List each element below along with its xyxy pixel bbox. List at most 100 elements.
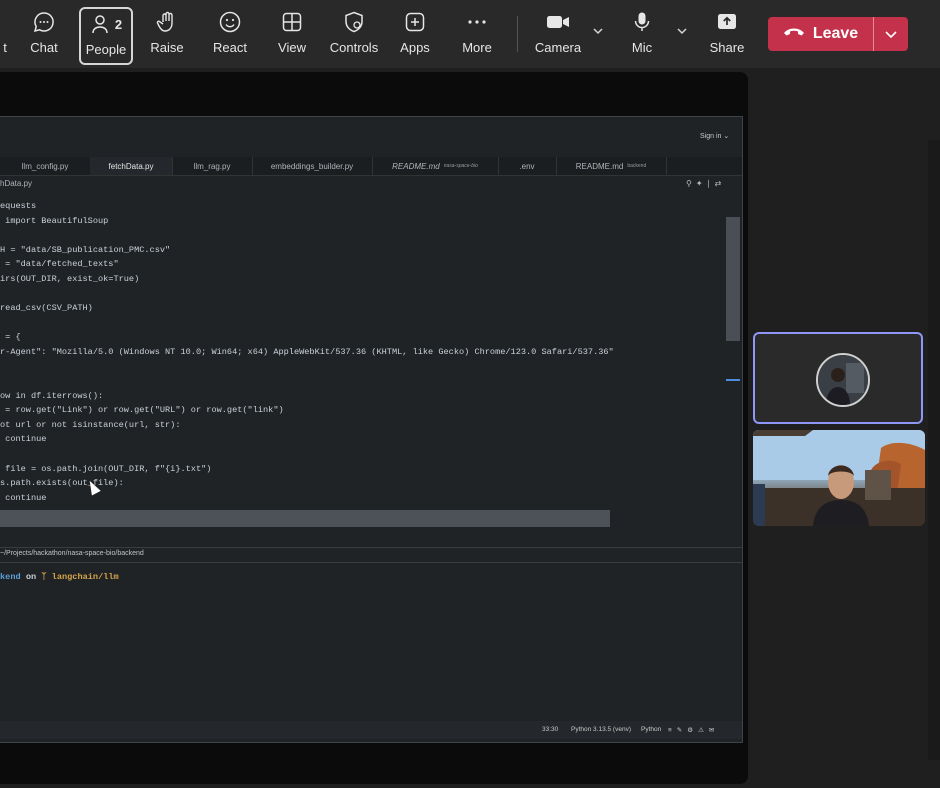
code-line: irs(OUT_DIR, exist_ok=True) [0, 274, 140, 284]
editor-tool-icons[interactable]: ⚲✦∣⇄ [686, 179, 725, 188]
code-line: continue [0, 493, 47, 503]
more-button[interactable]: More [455, 7, 499, 61]
sign-in-label: Sign in [700, 133, 722, 140]
scroll-caret-marker [726, 379, 740, 381]
leave-options-chevron-icon[interactable] [874, 27, 908, 41]
code-line: s.path.exists(out_file): [0, 478, 124, 488]
code-line: = row.get("Link") or row.get("URL") or r… [0, 405, 284, 415]
code-line: equests [0, 201, 37, 211]
code-line: read_csv(CSV_PATH) [0, 303, 93, 313]
tab-readme-backend[interactable]: README.md backend [556, 157, 667, 175]
plus-box-icon [403, 7, 427, 37]
microphone-icon [630, 7, 654, 37]
status-bar: 33:30 Python 3.13.5 (venv) Python ≡✎⚙⚠✉ [0, 721, 742, 739]
tab-label: README.md [575, 161, 624, 171]
people-icon: 2 [90, 9, 122, 39]
camera-label: Camera [534, 40, 582, 55]
tab-env[interactable]: .env [498, 157, 557, 175]
terminal-prompt[interactable]: kend on ᛉ langchain/llm [0, 572, 119, 582]
tab-label: llm_rag.py [193, 161, 231, 171]
react-button[interactable]: React [208, 7, 252, 61]
share-label: Share [709, 40, 745, 55]
shared-editor-window: Sign in ⌄ llm_config.py fetchData.py llm… [0, 116, 743, 743]
code-line: = "data/fetched_texts" [0, 259, 119, 269]
code-line: ow in df.iterrows(): [0, 391, 104, 401]
shield-gear-icon [342, 7, 366, 37]
prompt-branch: langchain/llm [51, 572, 119, 582]
people-button[interactable]: 2 People [79, 7, 133, 65]
tab-label: llm_config.py [21, 161, 69, 171]
tab-sublabel: backend [627, 163, 647, 169]
camera-button[interactable]: Camera [532, 7, 584, 61]
terminal-path: ~/Projects/hackathon/nasa-space-bio/back… [0, 550, 144, 557]
horizontal-scrollbar[interactable] [0, 510, 610, 527]
leave-label: Leave [812, 25, 859, 42]
code-line: r-Agent": "Mozilla/5.0 (Windows NT 10.0;… [0, 347, 614, 357]
mic-options-chevron-icon[interactable] [676, 24, 688, 40]
view-button[interactable]: View [270, 7, 314, 61]
partial-label: t [3, 40, 7, 55]
prompt-dir: kend [0, 572, 21, 582]
tab-fetchdata[interactable]: fetchData.py [90, 157, 173, 175]
chat-label: Chat [30, 40, 58, 55]
participant-video-frame [753, 430, 925, 526]
code-line: ot url or not isinstance(url, str): [0, 420, 181, 430]
code-line: file = os.path.join(OUT_DIR, f"{i}.txt") [0, 464, 212, 474]
participant-video-tile[interactable] [753, 430, 925, 526]
participant-tile-active[interactable] [753, 332, 923, 424]
python-interpreter[interactable]: Python 3.13.5 (venv) [571, 726, 631, 733]
code-line: continue [0, 434, 47, 444]
react-label: React [213, 40, 247, 55]
mic-label: Mic [631, 40, 653, 55]
editor-tabs: llm_config.py fetchData.py llm_rag.py em… [0, 157, 742, 176]
apps-label: Apps [400, 40, 430, 55]
cursor-position[interactable]: 33:30 [542, 726, 558, 733]
prompt-on: on [25, 572, 37, 582]
hand-icon [155, 7, 179, 37]
view-label: View [278, 40, 306, 55]
controls-label: Controls [329, 40, 379, 55]
vertical-scrollbar[interactable] [726, 217, 740, 341]
tab-label: .env [519, 161, 535, 171]
share-button[interactable]: Share [705, 7, 749, 61]
ellipsis-icon [465, 7, 489, 37]
tab-label: fetchData.py [108, 161, 154, 171]
code-line: import BeautifulSoup [0, 216, 109, 226]
mic-button[interactable]: Mic [620, 7, 664, 61]
more-label: More [462, 40, 492, 55]
sign-in-button[interactable]: Sign in ⌄ [700, 132, 729, 140]
smiley-icon [218, 7, 242, 37]
code-line: H = "data/SB_publication_PMC.csv" [0, 245, 171, 255]
raise-hand-button[interactable]: Raise [145, 7, 189, 61]
tab-sublabel: nasa-space-bio [443, 163, 478, 169]
controls-button[interactable]: Controls [326, 7, 382, 61]
tab-llm-rag[interactable]: llm_rag.py [172, 157, 253, 175]
tab-llm-config[interactable]: llm_config.py [0, 157, 91, 175]
breadcrumb: hData.py [0, 179, 33, 188]
hang-up-icon [783, 25, 805, 43]
apps-button[interactable]: Apps [393, 7, 437, 61]
grid-icon [280, 7, 304, 37]
camera-icon [545, 7, 571, 37]
raise-label: Raise [150, 40, 184, 55]
share-screen-icon [715, 7, 739, 37]
tab-embeddings-builder[interactable]: embeddings_builder.py [252, 157, 373, 175]
toolbar-divider [517, 16, 518, 52]
right-panel-edge [928, 140, 940, 760]
status-icons[interactable]: ≡✎⚙⚠✉ [668, 726, 719, 734]
leave-button[interactable]: Leave [768, 25, 873, 43]
people-label: People [85, 42, 127, 57]
git-branch-icon: ᛉ [41, 572, 47, 582]
tab-readme-nasa[interactable]: README.md nasa-space-bio [372, 157, 499, 175]
people-count-badge: 2 [114, 16, 123, 32]
chat-icon [32, 7, 56, 37]
partial-button[interactable]: t [0, 7, 10, 61]
avatar [816, 353, 870, 407]
language-mode[interactable]: Python [641, 726, 661, 733]
chat-button[interactable]: Chat [22, 7, 66, 61]
tab-label: embeddings_builder.py [270, 161, 354, 171]
camera-options-chevron-icon[interactable] [592, 24, 604, 40]
meeting-toolbar: t Chat 2 People Raise React View Control… [0, 0, 940, 68]
tab-label: README.md [392, 161, 440, 171]
editor-titlebar: Sign in ⌄ [0, 117, 742, 157]
